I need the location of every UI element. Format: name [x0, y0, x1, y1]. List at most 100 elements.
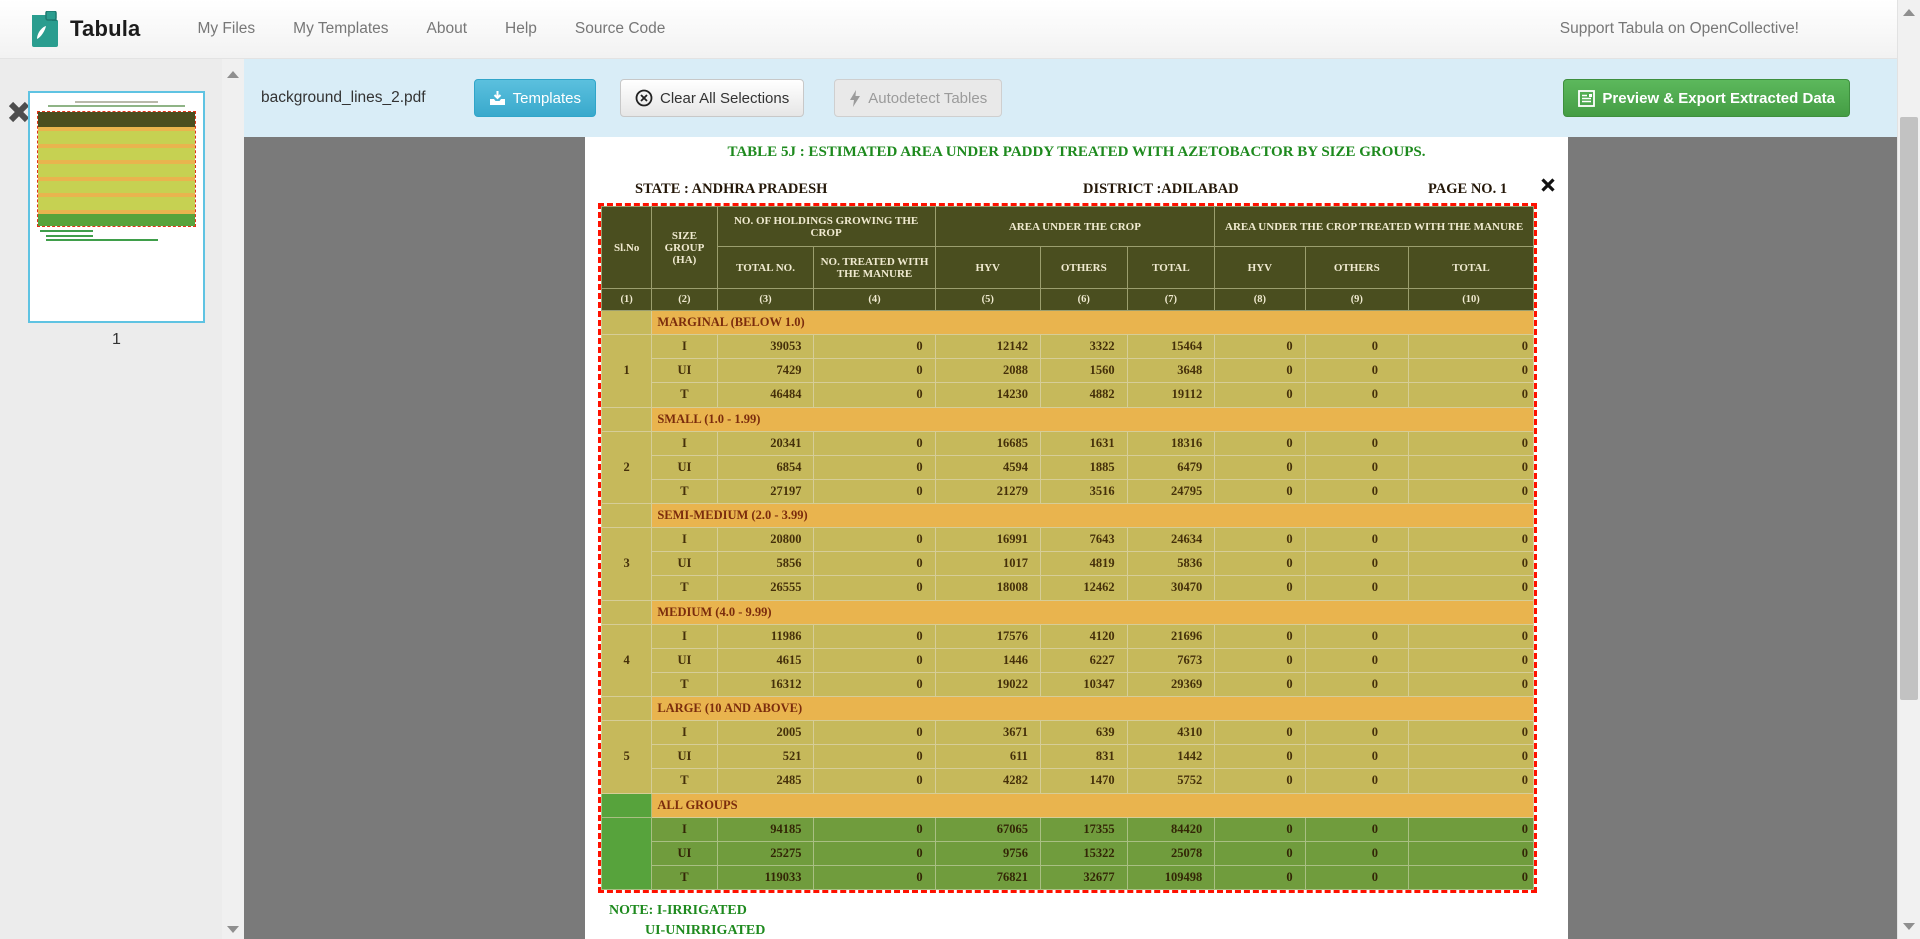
- brand[interactable]: Tabula: [30, 11, 140, 47]
- clear-selections-icon: [635, 89, 653, 107]
- nav-links: My Files My Templates About Help Source …: [178, 10, 684, 48]
- col-header-size-group: SIZE GROUP (HA): [652, 207, 717, 289]
- thumbnail-page-number: 1: [28, 331, 205, 349]
- value-cell: 0: [1215, 865, 1305, 889]
- value-cell: 521: [717, 745, 814, 769]
- page-thumbnail[interactable]: [28, 91, 205, 323]
- table-row: 1I39053012142332215464000: [602, 335, 1534, 359]
- sidebar-scroll-down-icon[interactable]: [227, 926, 239, 933]
- sidebar-scroll-up-icon[interactable]: [227, 71, 239, 78]
- col-header-treated-group: AREA UNDER THE CROP TREATED WITH THE MAN…: [1215, 207, 1534, 247]
- col-subheader-6: OTHERS: [1305, 247, 1408, 289]
- value-cell: 1470: [1040, 769, 1127, 793]
- templates-icon: [489, 90, 506, 106]
- preview-export-button[interactable]: Preview & Export Extracted Data: [1563, 79, 1850, 117]
- value-cell: 0: [1305, 721, 1408, 745]
- nav-my-files[interactable]: My Files: [178, 10, 274, 48]
- value-cell: 32677: [1040, 865, 1127, 889]
- irrigation-type-cell: T: [652, 479, 717, 503]
- value-cell: 84420: [1127, 817, 1215, 841]
- value-cell: 0: [1409, 335, 1534, 359]
- value-cell: 0: [1305, 455, 1408, 479]
- value-cell: 0: [1409, 576, 1534, 600]
- value-cell: 0: [1305, 841, 1408, 865]
- col-number-4: (4): [814, 289, 935, 311]
- autodetect-tables-button[interactable]: Autodetect Tables: [834, 79, 1002, 117]
- value-cell: 14230: [935, 383, 1040, 407]
- value-cell: 15464: [1127, 335, 1215, 359]
- nav-source-code[interactable]: Source Code: [556, 10, 684, 48]
- group-band-label: ALL GROUPS: [652, 793, 1534, 817]
- selection-close-button[interactable]: [1540, 177, 1556, 193]
- band-slno-cell: [602, 407, 652, 431]
- value-cell: 29369: [1127, 672, 1215, 696]
- doc-note-line1: NOTE: I-IRRIGATED: [609, 903, 747, 919]
- col-header-holdings-group: NO. OF HOLDINGS GROWING THE CROP: [717, 207, 935, 247]
- scroll-up-icon[interactable]: [1903, 9, 1915, 16]
- nav-about[interactable]: About: [408, 10, 487, 48]
- window-scrollbar[interactable]: [1897, 0, 1920, 939]
- nav-my-templates[interactable]: My Templates: [274, 10, 407, 48]
- value-cell: 0: [1215, 841, 1305, 865]
- value-cell: 0: [1305, 648, 1408, 672]
- clear-selections-label: Clear All Selections: [660, 90, 789, 107]
- value-cell: 25275: [717, 841, 814, 865]
- value-cell: 0: [1215, 359, 1305, 383]
- table-row: T24850428214705752000: [602, 769, 1534, 793]
- group-band-row: SMALL (1.0 - 1.99): [602, 407, 1534, 431]
- value-cell: 0: [814, 721, 935, 745]
- value-cell: 0: [1215, 455, 1305, 479]
- irrigation-type-cell: I: [652, 335, 717, 359]
- value-cell: 0: [1305, 552, 1408, 576]
- tabula-logo-icon: [30, 11, 60, 47]
- value-cell: 20341: [717, 431, 814, 455]
- col-number-9: (9): [1305, 289, 1408, 311]
- value-cell: 0: [814, 431, 935, 455]
- value-cell: 4594: [935, 455, 1040, 479]
- band-slno-cell: [602, 311, 652, 335]
- value-cell: 3322: [1040, 335, 1127, 359]
- value-cell: 26555: [717, 576, 814, 600]
- nav-support-link[interactable]: Support Tabula on OpenCollective!: [1560, 20, 1799, 38]
- nav-help[interactable]: Help: [486, 10, 556, 48]
- scrollbar-thumb[interactable]: [1900, 117, 1918, 700]
- slno-cell: 2: [602, 431, 652, 503]
- value-cell: 0: [1409, 817, 1534, 841]
- table-row: 2I20341016685163118316000: [602, 431, 1534, 455]
- value-cell: 19112: [1127, 383, 1215, 407]
- value-cell: 0: [814, 359, 935, 383]
- table-row: UI52106118311442000: [602, 745, 1534, 769]
- value-cell: 0: [814, 865, 935, 889]
- preview-export-label: Preview & Export Extracted Data: [1602, 90, 1835, 107]
- navbar: Tabula My Files My Templates About Help …: [0, 0, 1897, 59]
- value-cell: 639: [1040, 721, 1127, 745]
- value-cell: 18316: [1127, 431, 1215, 455]
- clear-all-selections-button[interactable]: Clear All Selections: [620, 79, 804, 117]
- value-cell: 18008: [935, 576, 1040, 600]
- value-cell: 12462: [1040, 576, 1127, 600]
- band-slno-cell: [602, 600, 652, 624]
- value-cell: 24634: [1127, 528, 1215, 552]
- group-band-label: MARGINAL (BELOW 1.0): [652, 311, 1534, 335]
- value-cell: 1442: [1127, 745, 1215, 769]
- value-cell: 0: [1305, 431, 1408, 455]
- templates-button[interactable]: Templates: [474, 79, 596, 117]
- value-cell: 9756: [935, 841, 1040, 865]
- doc-page-no: PAGE NO. 1: [1428, 181, 1507, 198]
- value-cell: 11986: [717, 624, 814, 648]
- value-cell: 30470: [1127, 576, 1215, 600]
- table-row: UI74290208815603648000: [602, 359, 1534, 383]
- value-cell: 0: [1305, 817, 1408, 841]
- irrigation-type-cell: I: [652, 528, 717, 552]
- value-cell: 67065: [935, 817, 1040, 841]
- slno-cell: 5: [602, 721, 652, 793]
- scroll-down-icon[interactable]: [1903, 923, 1915, 930]
- value-cell: 0: [1215, 721, 1305, 745]
- table-row: T265550180081246230470000: [602, 576, 1534, 600]
- irrigation-type-cell: UI: [652, 745, 717, 769]
- value-cell: 0: [1305, 745, 1408, 769]
- value-cell: 0: [1305, 335, 1408, 359]
- table-selection-region[interactable]: Sl.NoSIZE GROUP (HA)NO. OF HOLDINGS GROW…: [598, 203, 1537, 893]
- sidebar-scrollbar[interactable]: [222, 59, 244, 939]
- value-cell: 0: [814, 817, 935, 841]
